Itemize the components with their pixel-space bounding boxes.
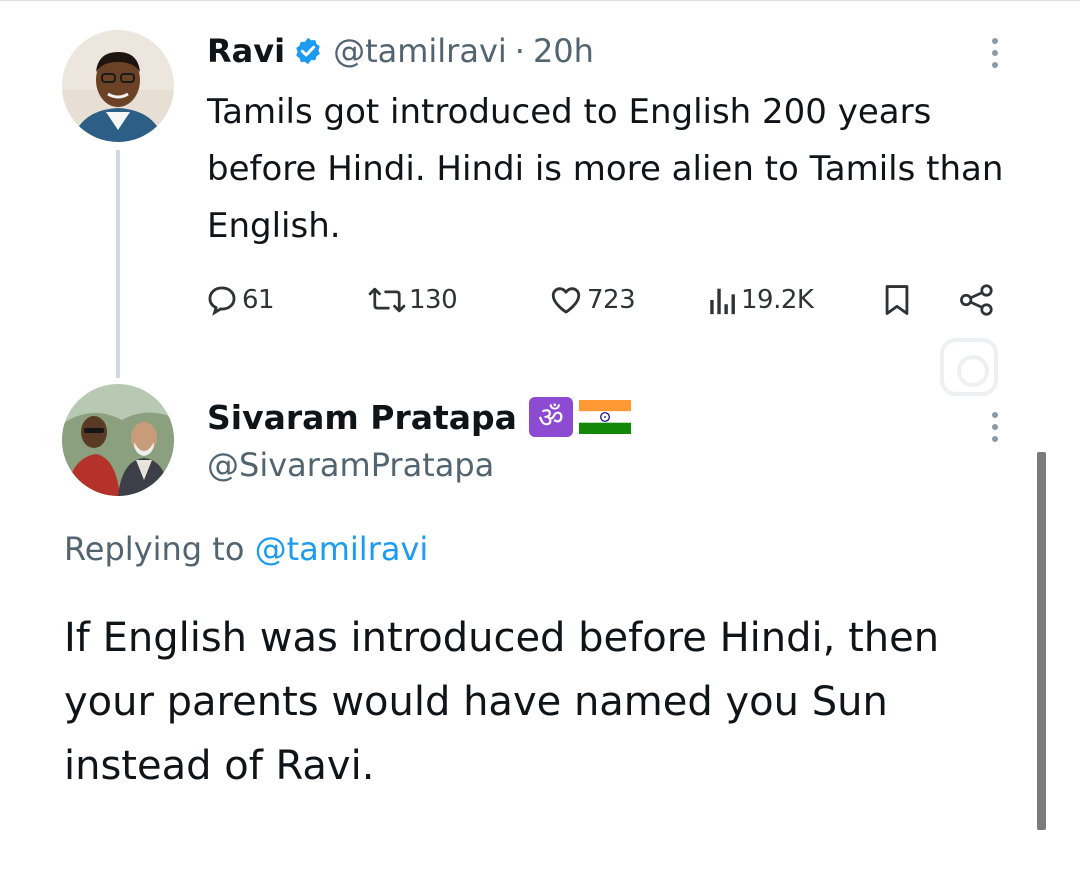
tweet2-text: If English was introduced before Hindi, …: [64, 615, 940, 789]
reply-count: 61: [242, 285, 275, 315]
repost-icon: [368, 287, 406, 313]
repost-button[interactable]: 130: [368, 280, 458, 320]
like-count: 723: [587, 285, 636, 315]
bookmark-button[interactable]: [882, 280, 915, 320]
view-count: 19.2K: [741, 285, 814, 315]
tweet2-author-name[interactable]: Sivaram Pratapa: [207, 398, 517, 437]
tweet2-header: Sivaram Pratapa ॐ: [207, 392, 631, 442]
tweet1-header: Ravi @tamilravi · 20h: [207, 28, 594, 74]
tweet1-timestamp[interactable]: 20h: [533, 32, 594, 70]
om-symbol-badge: ॐ: [528, 397, 573, 437]
india-flag-icon: [578, 400, 631, 434]
tweet1-author-handle[interactable]: @tamilravi: [333, 32, 507, 70]
like-button[interactable]: 723: [548, 280, 636, 320]
tweet1-text: Tamils got introduced to English 200 yea…: [207, 92, 1004, 246]
reply-icon: [208, 286, 236, 316]
views-button[interactable]: 19.2K: [708, 280, 814, 320]
avatar-sivaram[interactable]: [62, 384, 174, 496]
more-options-icon[interactable]: [992, 38, 998, 68]
tweet1-author-name[interactable]: Ravi: [207, 32, 285, 70]
verified-badge-icon: [293, 36, 323, 66]
thread-connector-line: [116, 150, 120, 378]
repost-count: 130: [409, 285, 458, 315]
scrollbar[interactable]: [1037, 452, 1046, 830]
instagram-watermark-icon: [940, 338, 998, 396]
avatar-ravi[interactable]: [62, 30, 174, 142]
replying-to-label: Replying to: [64, 530, 255, 568]
more-options-icon[interactable]: [992, 412, 998, 442]
share-icon: [960, 284, 993, 316]
heart-icon: [551, 287, 581, 314]
reply-button[interactable]: 61: [205, 280, 275, 320]
separator-dot: ·: [514, 32, 525, 70]
replying-to-line: Replying to @tamilravi: [64, 530, 428, 568]
replying-to-mention-link[interactable]: @tamilravi: [255, 530, 429, 568]
top-divider: [0, 0, 1080, 1]
tweet2-author-handle[interactable]: @SivaramPratapa: [207, 446, 494, 484]
share-button[interactable]: [958, 280, 999, 320]
bookmark-icon: [885, 285, 909, 315]
views-chart-icon: [710, 288, 735, 315]
